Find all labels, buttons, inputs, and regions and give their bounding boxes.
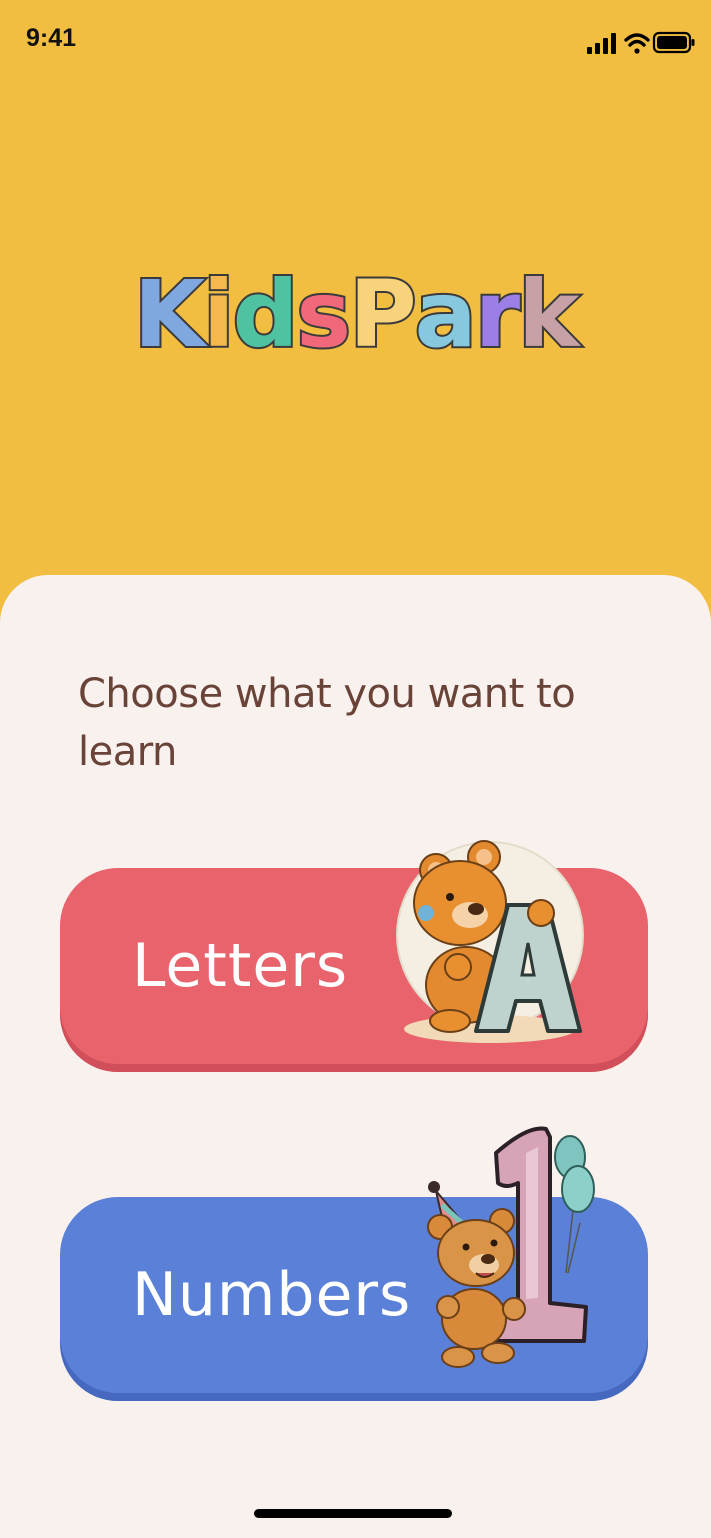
logo-letter: K [132, 261, 207, 368]
numbers-label: Numbers [132, 1260, 412, 1330]
status-bar: 9:41 [0, 0, 711, 90]
logo-letter: s [294, 261, 353, 368]
letters-button[interactable]: Letters [60, 868, 648, 1072]
home-indicator [254, 1509, 452, 1518]
logo-letter: r [473, 261, 522, 368]
letters-label: Letters [132, 931, 349, 1001]
choose-prompt: Choose what you want to learn [78, 671, 576, 775]
app-logo: K i d s P a r k [0, 255, 711, 375]
content-panel: Choose what you want to learn Letters Nu… [0, 575, 711, 1538]
logo-letter: d [231, 261, 301, 368]
cellular-signal-icon [587, 33, 616, 54]
status-time: 9:41 [26, 24, 77, 52]
logo-letter: k [516, 261, 581, 368]
status-icons [587, 31, 695, 54]
logo-letter: i [201, 261, 236, 368]
numbers-button[interactable]: Numbers [60, 1197, 648, 1401]
logo-letter: P [347, 261, 418, 368]
battery-icon [652, 31, 695, 54]
wifi-icon [624, 33, 650, 54]
logo-letter: a [413, 261, 479, 368]
